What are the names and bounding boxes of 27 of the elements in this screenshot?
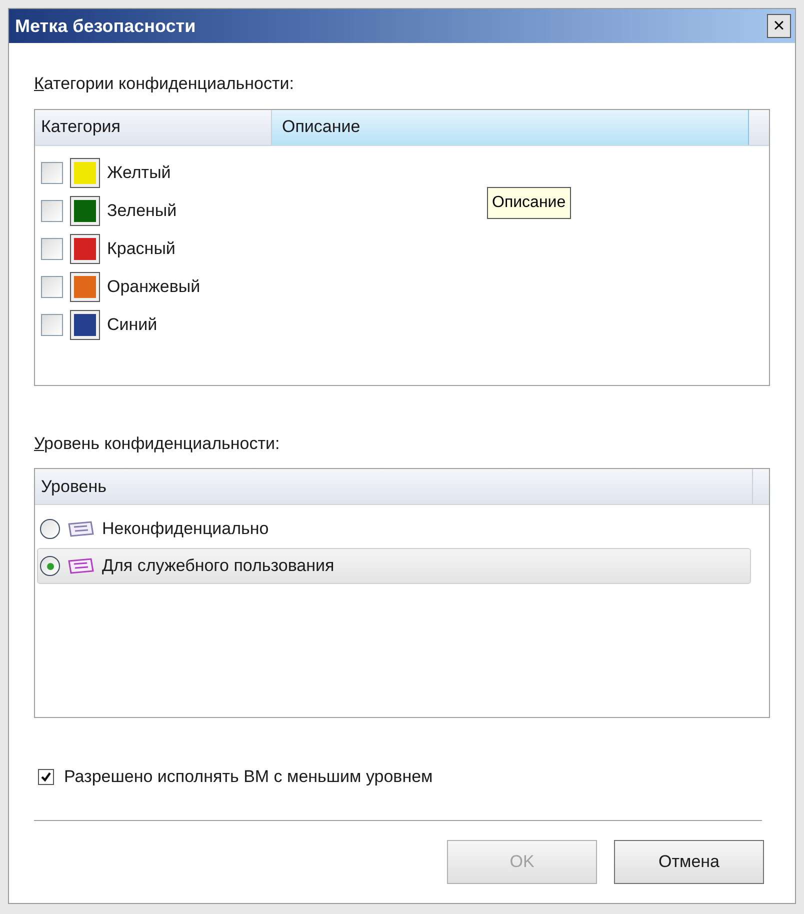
checkbox[interactable]: [41, 162, 63, 184]
section-label: Категории конфиденциальности:: [34, 73, 294, 95]
checkbox-label: Разрешено исполнять ВМ с меньшим уровнем: [64, 766, 433, 788]
tag-icon: [66, 557, 96, 575]
checkbox[interactable]: [41, 314, 63, 336]
category-name: Красный: [107, 238, 176, 260]
checkbox[interactable]: [41, 276, 63, 298]
close-button[interactable]: ×: [767, 14, 791, 38]
category-name: Синий: [107, 314, 158, 336]
category-name: Желтый: [107, 162, 171, 184]
category-name: Зеленый: [107, 200, 177, 222]
section-label: Уровень конфиденциальности:: [34, 432, 280, 454]
category-name: Оранжевый: [107, 276, 200, 298]
level-name: Для служебного пользования: [102, 555, 334, 578]
tooltip: Описание: [487, 186, 571, 218]
level-item[interactable]: Неконфиденциально: [37, 511, 751, 547]
checkbox[interactable]: [38, 768, 54, 785]
tag-icon: [66, 520, 96, 538]
checkbox[interactable]: [41, 200, 63, 222]
level-name: Неконфиденциально: [102, 518, 269, 540]
radio-button[interactable]: [40, 519, 60, 539]
level-item[interactable]: Для служебного пользования: [37, 548, 751, 584]
checkbox[interactable]: [41, 238, 63, 260]
window-title: Метка безопасности: [15, 14, 196, 38]
radio-button[interactable]: [40, 556, 60, 576]
dialog-button[interactable]: Отмена: [614, 840, 764, 884]
column-header[interactable]: Описание: [272, 110, 749, 144]
